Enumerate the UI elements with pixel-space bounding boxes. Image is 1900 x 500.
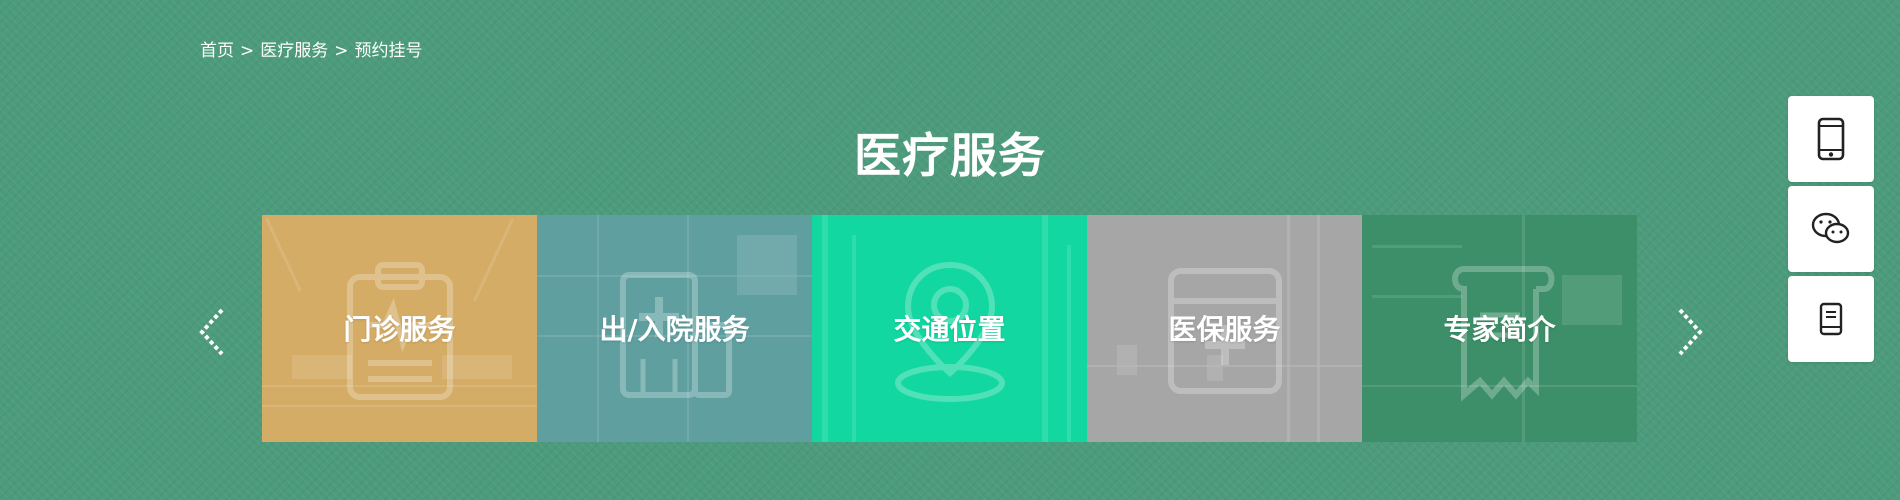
service-card-transport-location[interactable]: 交通位置 [812,215,1087,442]
card-label: 医保服务 [1168,313,1281,346]
breadcrumb-current-link[interactable]: 预约挂号 [355,41,423,61]
card-label: 专家简介 [1443,313,1556,346]
card-label: 交通位置 [893,313,1006,346]
chevron-left-icon [199,308,224,356]
service-card-expert-profiles[interactable]: 专家简介 [1362,215,1637,442]
card-label: 门诊服务 [343,313,456,346]
page-title: 医疗服务 [854,129,1046,185]
service-card-admission-discharge[interactable]: 出/入院服务 [537,215,812,442]
mobile-version-button[interactable] [1788,96,1874,182]
breadcrumb-separator: > [334,41,349,61]
carousel-prev-button[interactable] [194,304,234,360]
chevron-right-icon [1678,308,1703,356]
breadcrumb-separator: > [240,41,255,61]
breadcrumb: 首页 > 医疗服务 > 预约挂号 [200,40,423,62]
service-card-outpatient[interactable]: 门诊服务 [262,215,537,442]
floating-toolbar [1788,96,1874,366]
wechat-button[interactable] [1788,186,1874,272]
service-card-medical-insurance[interactable]: 医保服务 [1087,215,1362,442]
wechat-icon [1811,212,1850,244]
carousel-next-button[interactable] [1668,304,1708,360]
notebook-button[interactable] [1788,276,1874,362]
breadcrumb-home-link[interactable]: 首页 [200,41,234,61]
card-label: 出/入院服务 [599,313,750,346]
service-carousel: 门诊服务 出/入院服务 交通位置 医保服务 专家简介 [262,215,1637,442]
mobile-phone-icon [1817,117,1845,161]
notebook-icon [1819,302,1843,336]
breadcrumb-section-link[interactable]: 医疗服务 [260,41,328,61]
